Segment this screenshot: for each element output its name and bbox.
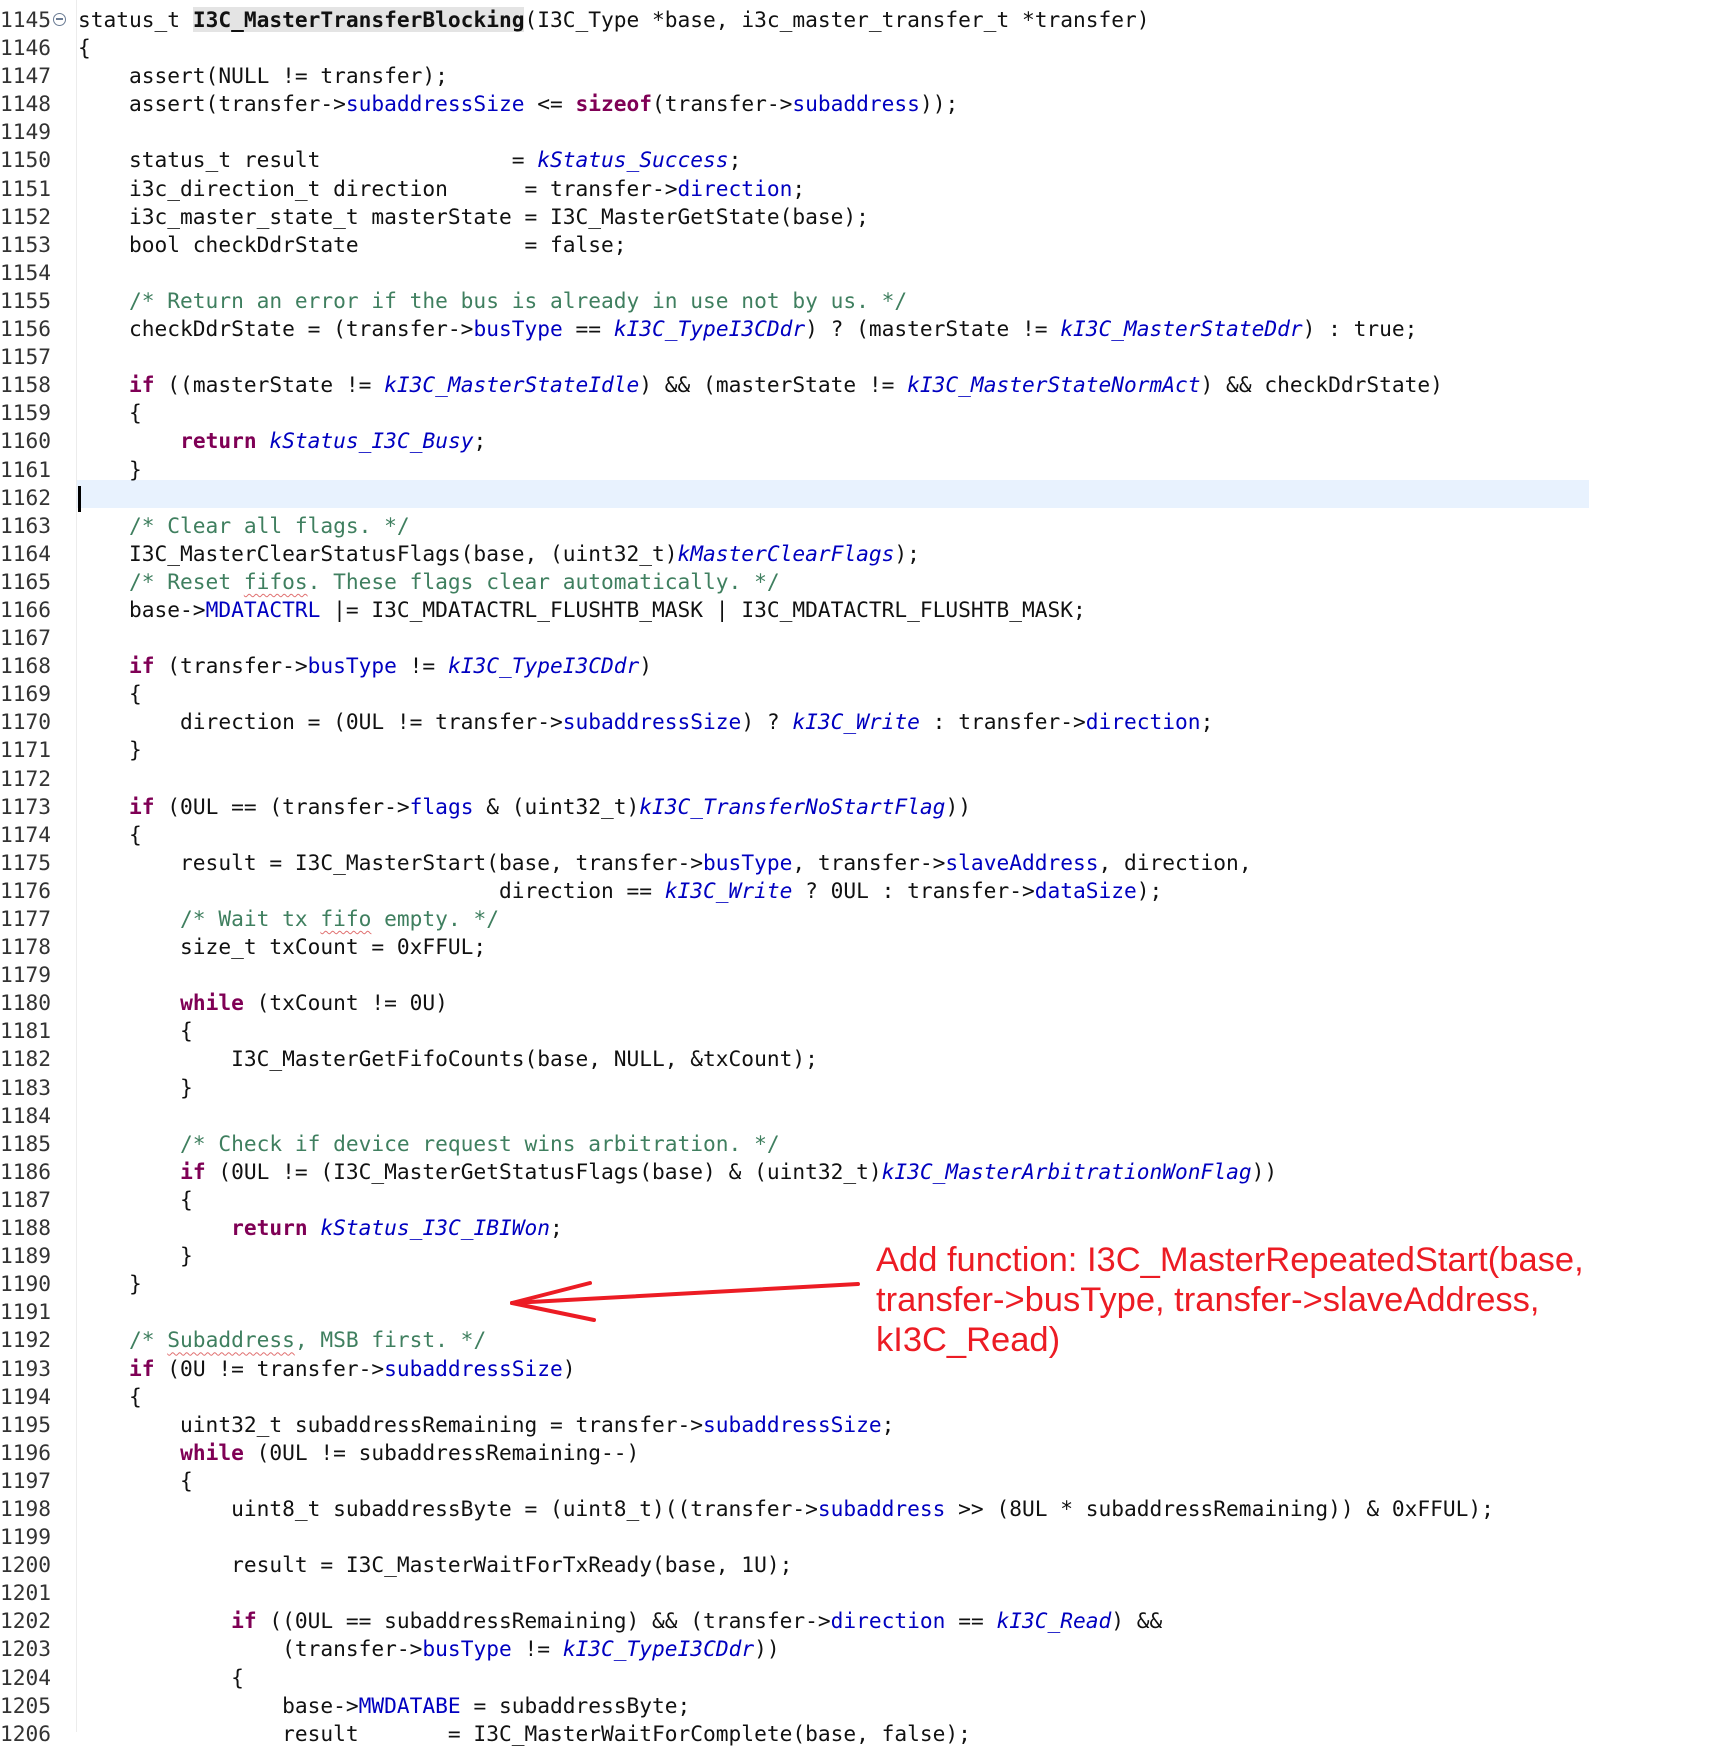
annotation-line-2: transfer->busType, transfer->slaveAddres… (876, 1281, 1540, 1319)
code-editor[interactable]: 1145 status_t I3C_MasterTransferBlocking(… (0, 0, 1731, 1746)
annotation-arrow (510, 1281, 860, 1322)
annotation-line-3: kI3C_Read) (876, 1321, 1061, 1359)
annotation-line-1: Add function: I3C_MasterRepeatedStart(ba… (876, 1241, 1584, 1279)
annotation-text: Add function: I3C_MasterRepeatedStart(ba… (876, 1240, 1726, 1360)
